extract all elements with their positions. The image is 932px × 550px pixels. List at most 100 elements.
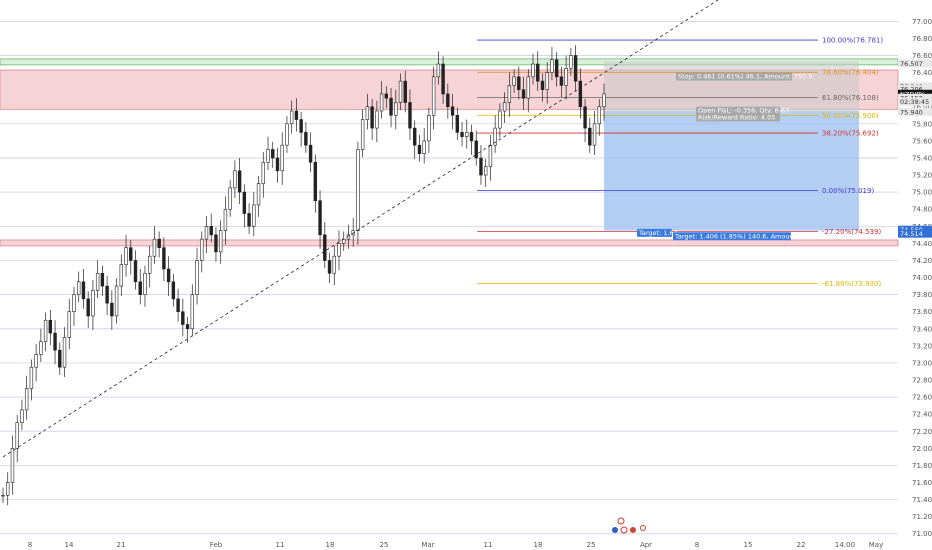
flag-marker-icon[interactable] <box>620 526 628 534</box>
candle-body <box>86 298 90 317</box>
fib-level-label: -27.20%(74.539) <box>822 228 881 236</box>
candle-body <box>483 166 488 176</box>
candle-body <box>521 89 526 99</box>
y-tick-label: 72.600 <box>912 394 932 402</box>
y-tick-label: 76.400 <box>912 69 932 77</box>
candle-body <box>143 272 147 295</box>
y-tick-label: 71.000 <box>912 530 932 538</box>
candle-body <box>554 59 559 78</box>
x-tick-label: 18 <box>326 541 335 549</box>
candle-body <box>597 106 601 125</box>
candle-body <box>417 144 422 155</box>
price-tag: 75.940 <box>900 108 923 116</box>
fib-level-label: 0.00%(75.019) <box>822 187 874 195</box>
candle-body <box>39 341 43 355</box>
candle-body <box>228 187 232 210</box>
candle-body <box>105 285 109 304</box>
chart-root: 100.00%(76.781) 78.60%(76.404) 61.80%(76.1… <box>0 0 932 550</box>
fib-level-label: 61.80%(76.108) <box>822 94 879 102</box>
candle-body <box>91 290 95 317</box>
candle-body <box>252 204 256 227</box>
candlestick-chart[interactable]: 100.00%(76.781) 78.60%(76.404) 61.80%(76.1… <box>0 0 932 550</box>
y-tick-label: 74.400 <box>912 240 932 248</box>
candle-body <box>218 230 223 253</box>
flag-marker-icon[interactable] <box>630 527 636 533</box>
candle-body <box>261 161 265 184</box>
candle-body <box>569 55 573 69</box>
candle-body <box>308 144 313 163</box>
y-tick-label: 75.600 <box>912 137 932 145</box>
candle-body <box>266 149 270 163</box>
candle-body <box>332 255 336 274</box>
price-tag: 02:38:45 <box>900 98 929 106</box>
candle-body <box>469 132 474 142</box>
candle-body <box>318 200 322 236</box>
candle-body <box>289 110 294 125</box>
candle-body <box>427 114 431 142</box>
candle-body <box>242 191 247 214</box>
candle-body <box>479 157 483 176</box>
candle-body <box>360 119 365 150</box>
x-tick-label: 15 <box>744 541 753 549</box>
candle-body <box>181 311 185 325</box>
candle-body <box>129 247 133 261</box>
candle-body <box>327 260 332 274</box>
candle-body <box>67 311 71 338</box>
candle-body <box>450 106 455 116</box>
candle-body <box>403 80 407 103</box>
candle-body <box>526 76 530 99</box>
candle-body <box>34 354 38 368</box>
candle-body <box>365 106 370 120</box>
candle-body <box>77 281 81 295</box>
candle-body <box>233 170 237 189</box>
y-tick-label: 75.800 <box>912 120 932 128</box>
candle-body <box>592 123 597 146</box>
candle-body <box>72 294 76 312</box>
candle-body <box>58 349 62 368</box>
flag-marker-icon[interactable] <box>640 525 646 531</box>
candle-body <box>498 110 502 129</box>
candle-body <box>29 366 34 389</box>
candle-body <box>578 80 583 108</box>
y-tick-label: 75.000 <box>912 189 932 197</box>
y-tick-label: 73.200 <box>912 342 932 350</box>
candle-body <box>431 76 436 116</box>
risk-reward-label: Risk/Reward Ratio: 4.05 <box>698 114 775 122</box>
x-tick-label: 8 <box>695 541 699 549</box>
candle-body <box>6 482 10 496</box>
candle-body <box>166 268 171 283</box>
y-tick-label: 71.200 <box>912 513 932 521</box>
candle-body <box>398 80 403 103</box>
candle-body <box>15 422 19 449</box>
candle-body <box>24 388 29 411</box>
x-tick-label: Apr <box>640 541 652 549</box>
x-tick-label: Feb <box>210 541 223 549</box>
y-tick-label: 76.800 <box>912 35 932 43</box>
candle-body <box>124 247 128 266</box>
candle-body <box>247 213 251 227</box>
y-tick-label: 72.200 <box>912 428 932 436</box>
candle-body <box>185 324 190 330</box>
candle-body <box>573 55 578 82</box>
y-tick-label: 72.000 <box>912 445 932 453</box>
candle-body <box>436 63 441 78</box>
candle-body <box>550 59 554 73</box>
x-tick-label: 25 <box>587 541 596 549</box>
candle-body <box>304 132 308 146</box>
candle-body <box>294 110 299 120</box>
candle-body <box>53 332 57 351</box>
candle-body <box>43 319 48 342</box>
support-zone-red <box>0 239 899 247</box>
candle-body <box>195 260 199 295</box>
candle-body <box>176 298 180 312</box>
candle-body <box>152 238 157 257</box>
candle-body <box>171 281 176 300</box>
candle-body <box>223 208 228 231</box>
fib-level-label: 78.60%(76.404) <box>822 69 879 77</box>
event-marker-icon[interactable] <box>617 517 625 525</box>
candle-body <box>271 149 275 159</box>
candle-body <box>536 63 540 82</box>
candle-body <box>465 132 469 137</box>
fib-level-label: -61.80%(73.930) <box>822 280 881 288</box>
flag-marker-icon[interactable] <box>612 527 618 533</box>
